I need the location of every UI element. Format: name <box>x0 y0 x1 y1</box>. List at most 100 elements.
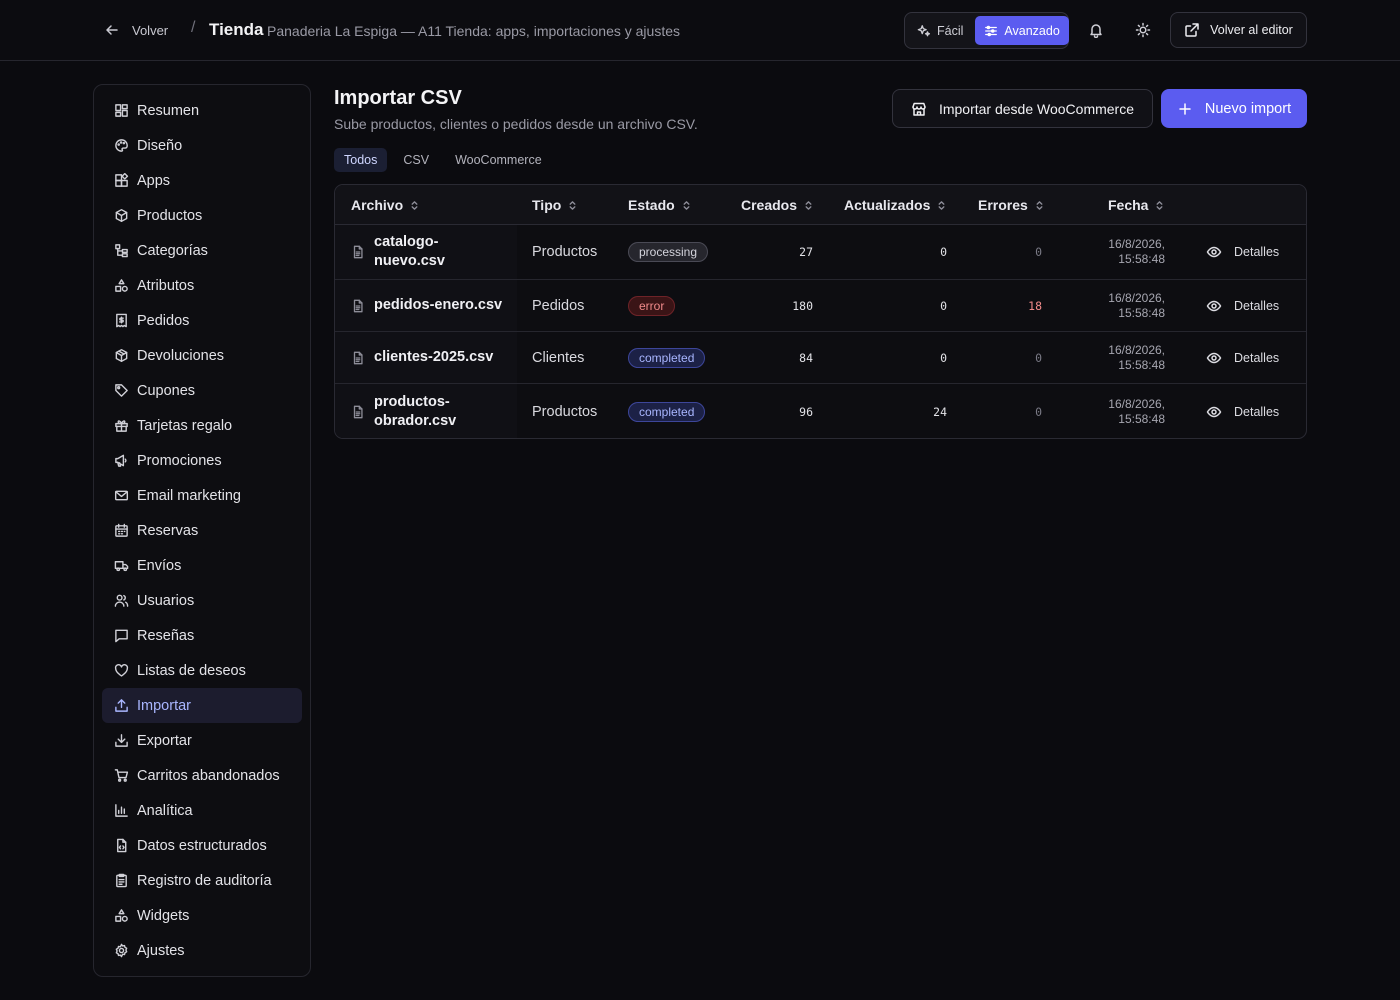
sidebar-item-pedidos[interactable]: Pedidos <box>102 303 302 338</box>
sidebar-item-cupones[interactable]: Cupones <box>102 373 302 408</box>
column-file[interactable]: Archivo <box>351 185 420 225</box>
column-type-label: Tipo <box>532 197 562 213</box>
status-badge: completed <box>628 401 706 422</box>
created-cell: 84 <box>799 350 813 365</box>
column-status-label: Estado <box>628 197 675 213</box>
sidebar-item-label: Listas de deseos <box>137 662 246 679</box>
heart-icon <box>114 663 129 677</box>
column-updated[interactable]: Actualizados <box>844 185 947 225</box>
details-button[interactable]: Detalles <box>1206 280 1279 331</box>
mode-easy-label: Fácil <box>937 23 964 38</box>
updated-cell: 0 <box>940 245 947 259</box>
date-line: 16/8/2026, <box>1108 396 1165 411</box>
sidebar-item-atributos[interactable]: Atributos <box>102 268 302 303</box>
store-icon <box>912 102 926 116</box>
sidebar-item-ajustes[interactable]: Ajustes <box>102 933 302 968</box>
sidebar-item-importar[interactable]: Importar <box>102 688 302 723</box>
column-errors-label: Errores <box>978 197 1028 213</box>
breadcrumb-subtitle: Panaderia La Espiga — A11 Tienda: apps, … <box>267 23 680 39</box>
page-title: Importar CSV <box>334 87 462 109</box>
file-name-line: clientes-2025.csv <box>374 349 494 365</box>
sidebar-item-label: Apps <box>137 172 171 189</box>
new-import-button[interactable]: Nuevo import <box>1161 89 1307 128</box>
type-cell: Pedidos <box>532 297 585 314</box>
sort-icon <box>1156 200 1163 210</box>
sidebar-item-productos[interactable]: Productos <box>102 198 302 233</box>
notifications-button[interactable] <box>1085 19 1107 41</box>
sidebar-item-widgets[interactable]: Widgets <box>102 898 302 933</box>
truck-icon <box>114 561 129 572</box>
theme-toggle-button[interactable] <box>1132 19 1154 41</box>
sidebar-item-devoluciones[interactable]: Devoluciones <box>102 338 302 373</box>
return-box-icon <box>115 348 128 363</box>
sidebar-item-label: Email marketing <box>137 487 241 504</box>
sidebar-item-datos-estructurados[interactable]: Datos estructurados <box>102 828 302 863</box>
import-woocommerce-button[interactable]: Importar desde WooCommerce <box>892 89 1153 128</box>
column-date[interactable]: Fecha <box>1108 185 1165 225</box>
sidebar-item-exportar[interactable]: Exportar <box>102 723 302 758</box>
filter-woocommerce[interactable]: WooCommerce <box>445 148 552 172</box>
sidebar-item-label: Usuarios <box>137 592 195 609</box>
sidebar-item-reservas[interactable]: Reservas <box>102 513 302 548</box>
sidebar-item-envios[interactable]: Envíos <box>102 548 302 583</box>
filter-all[interactable]: Todos <box>334 148 388 172</box>
time-line: 15:58:48 <box>1118 305 1165 320</box>
sidebar-item-label: Reservas <box>137 522 199 539</box>
table-body: catalogo-nuevo.csv Productos processing 27 0… <box>335 225 1306 438</box>
sidebar-item-apps[interactable]: Apps <box>102 163 302 198</box>
sidebar-item-label: Registro de auditoría <box>137 872 272 889</box>
eye-icon <box>1206 406 1222 417</box>
column-file-label: Archivo <box>351 197 404 213</box>
bar-chart-icon <box>115 804 128 817</box>
sidebar-item-tarjetas-regalo[interactable]: Tarjetas regalo <box>102 408 302 443</box>
bell-icon <box>1090 24 1102 38</box>
sidebar-item-listas-de-deseos[interactable]: Listas de deseos <box>102 653 302 688</box>
sidebar-item-diseno[interactable]: Diseño <box>102 128 302 163</box>
table-row: catalogo-nuevo.csv Productos processing 27 0… <box>335 225 1306 280</box>
errors-cell: 0 <box>1035 245 1042 259</box>
tag-icon <box>115 384 128 397</box>
back-label: Volver <box>132 22 169 38</box>
back-to-editor-button[interactable]: Volver al editor <box>1170 12 1307 48</box>
details-button[interactable]: Detalles <box>1206 332 1279 383</box>
sidebar-item-resenas[interactable]: Reseñas <box>102 618 302 653</box>
details-label: Detalles <box>1234 350 1280 365</box>
sidebar-item-usuarios[interactable]: Usuarios <box>102 583 302 618</box>
updated-cell: 0 <box>940 298 947 313</box>
calendar-icon <box>115 523 128 537</box>
sidebar-item-label: Importar <box>137 697 191 714</box>
sliders-icon <box>985 25 998 36</box>
column-status[interactable]: Estado <box>628 185 692 225</box>
shapes-icon <box>115 279 128 292</box>
file-name-line: obrador.csv <box>374 412 457 429</box>
sidebar-item-label: Diseño <box>137 137 183 154</box>
column-updated-label: Actualizados <box>844 197 931 213</box>
sidebar-item-registro-de-auditoria[interactable]: Registro de auditoría <box>102 863 302 898</box>
details-button[interactable]: Detalles <box>1206 384 1279 438</box>
created-cell: 27 <box>799 245 813 259</box>
sidebar-item-resumen[interactable]: Resumen <box>102 93 302 128</box>
mode-advanced-button[interactable]: Avanzado <box>975 16 1069 45</box>
sidebar-item-label: Resumen <box>137 102 200 119</box>
date-cell: 16/8/2026, 15:58:48 <box>1075 225 1165 279</box>
column-errors[interactable]: Errores <box>978 185 1045 225</box>
sidebar-item-carritos-abandonados[interactable]: Carritos abandonados <box>102 758 302 793</box>
back-button[interactable]: Volver <box>104 19 168 41</box>
imports-table: Archivo Tipo Estado Creados Actualizados… <box>334 184 1307 439</box>
file-icon <box>353 245 363 259</box>
apps-icon <box>115 173 129 187</box>
date-cell: 16/8/2026, 15:58:48 <box>1075 384 1165 438</box>
file-cell: clientes-2025.csv <box>335 332 517 383</box>
sidebar-item-analitica[interactable]: Analítica <box>102 793 302 828</box>
column-type[interactable]: Tipo <box>532 185 578 225</box>
time-line: 15:58:48 <box>1118 252 1165 266</box>
details-button[interactable]: Detalles <box>1206 225 1279 279</box>
sidebar-item-categorias[interactable]: Categorías <box>102 233 302 268</box>
column-created[interactable]: Creados <box>741 185 814 225</box>
date-line: 16/8/2026, <box>1108 342 1165 357</box>
mode-easy-button[interactable]: Fácil <box>908 16 972 45</box>
file-icon <box>353 405 363 418</box>
filter-csv[interactable]: CSV <box>393 148 439 172</box>
sidebar-item-promociones[interactable]: Promociones <box>102 443 302 478</box>
sidebar-item-email-marketing[interactable]: Email marketing <box>102 478 302 513</box>
